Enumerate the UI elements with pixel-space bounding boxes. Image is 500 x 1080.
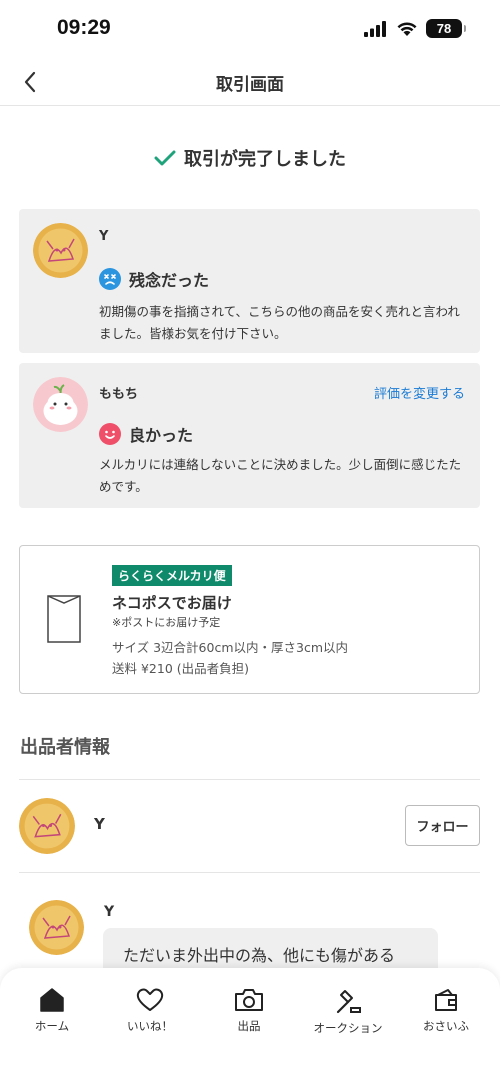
page-title: 取引画面 xyxy=(216,75,284,95)
review-card-seller: ももち 評価を変更する 良かった メルカリには連絡しないことに決めました。少し面… xyxy=(19,363,480,508)
status-time: 09:29 xyxy=(57,16,111,39)
avatar[interactable] xyxy=(33,223,88,278)
shipping-note: ※ポストにお届け予定 xyxy=(112,616,221,629)
camera-icon xyxy=(235,989,263,1011)
divider xyxy=(19,872,480,873)
nav-bar: 取引画面 xyxy=(0,58,500,106)
tab-likes[interactable]: いいね！ xyxy=(100,988,200,1034)
shipping-method: ネコポスでお届け xyxy=(112,594,232,612)
tab-label: おさいふ xyxy=(423,1019,469,1033)
status-icons: 78 xyxy=(364,19,466,38)
tab-wallet[interactable]: おさいふ xyxy=(396,988,496,1034)
shipping-fee: 送料 ¥210 (出品者負担) xyxy=(112,661,250,676)
complete-message: 取引が完了しました xyxy=(184,149,346,170)
rating: 残念だった xyxy=(99,267,209,291)
tab-bar: ホーム いいね！ 出品 オークション おさいふ xyxy=(0,968,500,1080)
review-comment: メルカリには連絡しないことに決めました。少し面倒に感じたためです。 xyxy=(99,457,462,494)
happy-face-icon xyxy=(99,423,121,445)
home-icon xyxy=(40,988,64,1012)
rating: 良かった xyxy=(99,422,193,446)
mailbox-package-icon xyxy=(47,595,81,643)
tab-label: オークション xyxy=(313,1021,383,1035)
tab-home[interactable]: ホーム xyxy=(2,988,102,1034)
avatar[interactable] xyxy=(19,798,75,854)
review-card-buyer: Y 残念だった 初期傷の事を指摘されて、こちらの他の商品を安く売れと言われました… xyxy=(19,209,480,353)
tab-auction[interactable]: オークション xyxy=(298,988,398,1036)
tab-sell[interactable]: 出品 xyxy=(199,988,299,1034)
status-bar: 09:29 78 xyxy=(0,0,500,60)
tab-label: ホーム xyxy=(34,1019,70,1033)
wallet-icon xyxy=(435,989,457,1011)
signal-icon xyxy=(364,20,386,37)
reviewer-name: Y xyxy=(99,229,109,244)
tab-label: いいね！ xyxy=(127,1019,173,1033)
avatar[interactable] xyxy=(29,900,84,955)
change-rating-link[interactable]: 評価を変更する xyxy=(374,383,465,402)
reviewer-name: ももち xyxy=(99,387,139,402)
sad-face-icon xyxy=(99,268,121,290)
transaction-complete: 取引が完了しました xyxy=(0,145,500,171)
rating-label: 残念だった xyxy=(129,271,210,290)
shipping-badge: らくらくメルカリ便 xyxy=(112,565,232,586)
tab-label: 出品 xyxy=(237,1019,261,1033)
follow-button[interactable]: フォロー xyxy=(405,805,480,846)
seller-section-title: 出品者情報 xyxy=(20,737,110,758)
battery-indicator: 78 xyxy=(426,19,466,38)
rating-label: 良かった xyxy=(129,426,194,445)
seller-row[interactable]: Y フォロー xyxy=(0,780,500,872)
shipping-card: らくらくメルカリ便 ネコポスでお届け ※ポストにお届け予定 サイズ 3辺合計60… xyxy=(19,545,480,694)
wifi-icon xyxy=(397,21,417,36)
shipping-size: サイズ 3辺合計60cm以内・厚さ3cm以内 xyxy=(112,640,349,655)
heart-icon xyxy=(136,988,164,1011)
avatar[interactable] xyxy=(33,377,88,432)
message-sender-name: Y xyxy=(104,904,115,920)
check-icon xyxy=(154,150,176,166)
seller-name: Y xyxy=(94,815,105,833)
gavel-icon xyxy=(336,990,361,1014)
review-comment: 初期傷の事を指摘されて、こちらの他の商品を安く売れと言われました。皆様お気を付け… xyxy=(99,304,460,341)
